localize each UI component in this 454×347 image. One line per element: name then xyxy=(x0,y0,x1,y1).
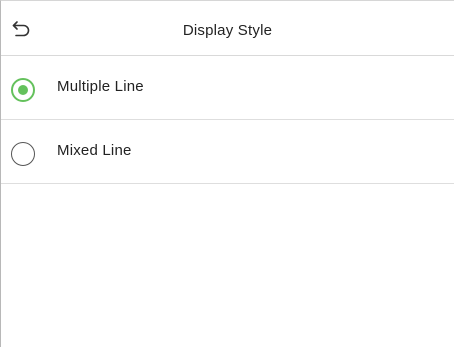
radio-dot xyxy=(18,85,28,95)
radio-selected-icon[interactable] xyxy=(11,78,35,102)
option-label: Multiple Line xyxy=(57,78,144,95)
page-title: Display Style xyxy=(182,22,273,39)
radio-unselected-icon[interactable] xyxy=(11,142,35,166)
option-multiple-line[interactable]: Multiple Line xyxy=(1,57,454,120)
option-mixed-line[interactable]: Mixed Line xyxy=(1,121,454,184)
option-label: Mixed Line xyxy=(57,142,132,159)
display-style-screen: Display Style Multiple Line Mixed Line xyxy=(0,0,454,347)
header-bar: Display Style xyxy=(1,1,454,56)
